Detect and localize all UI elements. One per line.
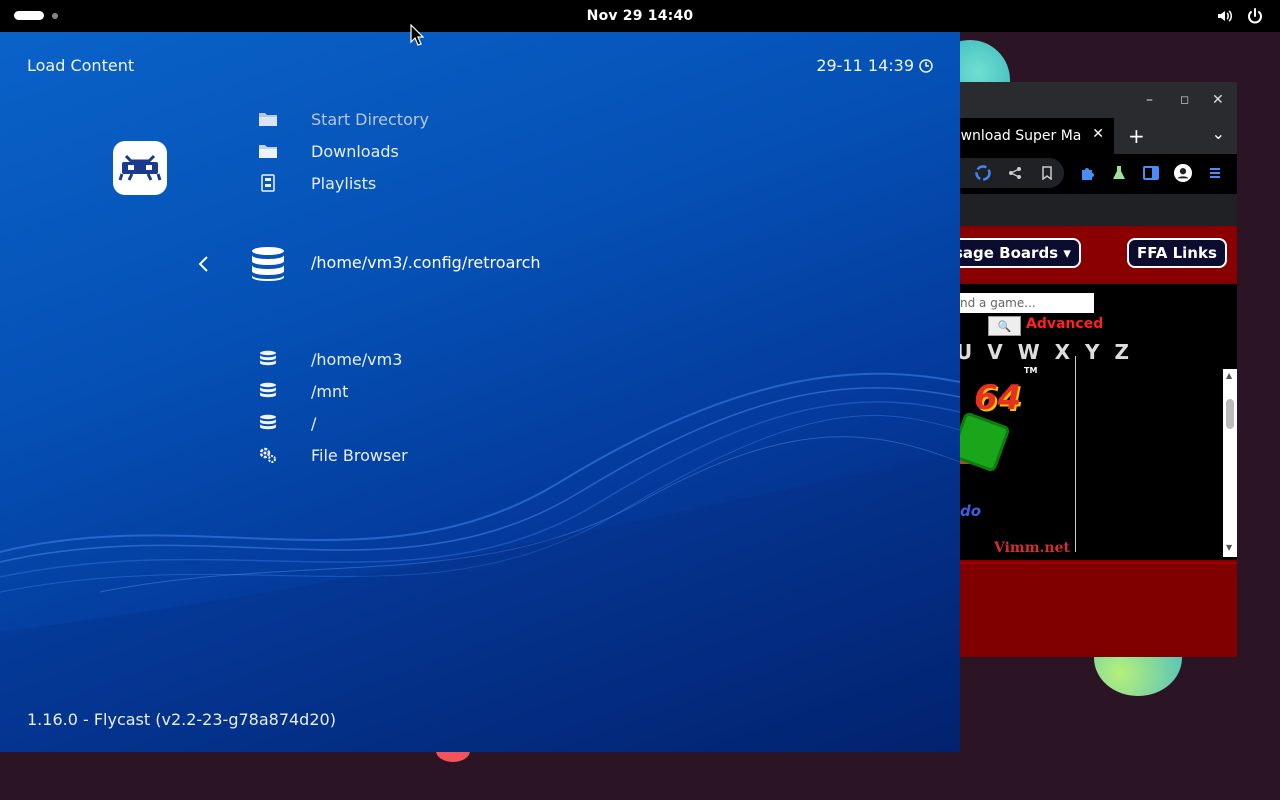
bookmarks-bar	[960, 194, 1237, 226]
letter-index[interactable]: U V W X Y Z	[960, 340, 1133, 364]
database-icon	[258, 413, 278, 433]
page-content: nd a game... 🔍 Advanced U V W X Y Z TM 6…	[960, 284, 1237, 560]
menu-item-playlists[interactable]: Playlists	[258, 173, 376, 193]
menu-item-downloads[interactable]: Downloads	[258, 141, 399, 161]
menu-icon[interactable]	[1206, 164, 1224, 182]
volume-icon[interactable]	[1216, 7, 1234, 25]
retroarch-logo	[113, 141, 167, 195]
tab-close-icon[interactable]: ✕	[1092, 126, 1104, 142]
browser-toolbar	[960, 154, 1237, 194]
maximize-icon[interactable]: ◻	[1180, 93, 1189, 106]
share-icon[interactable]	[1006, 164, 1024, 182]
menu-item-label: File Browser	[311, 445, 408, 465]
menu-item-mnt[interactable]: /mnt	[258, 381, 348, 401]
clock[interactable]: Nov 29 14:40	[587, 8, 694, 24]
version-text: 1.16.0 - Flycast (v2.2-23-g78a874d20)	[27, 710, 336, 729]
top-bar: Nov 29 14:40	[0, 0, 1280, 32]
page-title: Load Content	[27, 56, 135, 75]
retroarch-invader-icon	[118, 154, 162, 181]
browser-tab[interactable]: ownload Super Ma ✕	[960, 118, 1114, 154]
system-tray[interactable]	[1216, 7, 1264, 25]
site-nav: sage Boards ▾ FFA Links	[960, 226, 1237, 282]
vimm-logo-text: Vimm.net	[994, 540, 1070, 556]
page-footer	[960, 562, 1237, 657]
n64-logo-text: 64	[974, 378, 1022, 418]
new-tab-icon[interactable]: +	[1128, 124, 1145, 148]
scroll-up-icon[interactable]: ▲	[1226, 371, 1232, 380]
menu-item-label: Playlists	[311, 173, 377, 193]
chevron-down-icon[interactable]: ⌄	[1212, 124, 1225, 143]
retroarch-window[interactable]: Load Content 29-11 14:39 Start Directory…	[0, 32, 960, 752]
message-boards-button[interactable]: sage Boards ▾	[960, 238, 1081, 268]
bookmark-icon[interactable]	[1038, 164, 1056, 182]
workspace-indicator-active	[14, 11, 44, 20]
game-search-input[interactable]: nd a game...	[960, 293, 1094, 313]
page-scrollbar[interactable]: ▲ ▼	[1223, 369, 1237, 557]
extensions-icon[interactable]	[1078, 164, 1096, 182]
database-icon	[258, 349, 278, 369]
browser-window[interactable]: – ◻ ✕ ownload Super Ma ✕ + ⌄ sage Boards…	[960, 82, 1237, 657]
scroll-down-icon[interactable]: ▼	[1226, 543, 1232, 552]
clock-icon	[919, 58, 933, 73]
menu-item-label: Downloads	[311, 141, 399, 161]
folder-icon	[258, 109, 278, 129]
menu-item-start-directory[interactable]: Start Directory	[258, 109, 429, 129]
scroll-thumb[interactable]	[1226, 399, 1234, 429]
google-icon[interactable]	[974, 164, 992, 182]
ffa-links-button[interactable]: FFA Links	[1127, 238, 1227, 268]
nintendo-logo-text: do	[960, 502, 982, 520]
settings-icon	[258, 445, 278, 465]
minimize-icon[interactable]: –	[1146, 92, 1153, 108]
datetime-text: 29-11 14:39	[816, 56, 914, 75]
playlist-icon	[258, 173, 278, 193]
menu-item-label: /home/vm3	[311, 349, 403, 369]
background-wave	[0, 372, 960, 752]
folder-icon	[258, 141, 278, 161]
search-button[interactable]: 🔍	[988, 316, 1021, 336]
mouse-cursor-icon	[410, 24, 424, 46]
menu-item-label: /	[311, 413, 317, 433]
selected-item-label: /home/vm3/.config/retroarch	[311, 253, 541, 272]
browser-titlebar[interactable]: – ◻ ✕	[960, 82, 1237, 118]
lab-icon[interactable]	[1110, 164, 1128, 182]
address-bar[interactable]	[960, 158, 1064, 188]
close-icon[interactable]: ✕	[1212, 92, 1224, 108]
database-icon	[252, 247, 284, 281]
advanced-search-link[interactable]: Advanced	[1026, 316, 1103, 332]
tab-title: ownload Super Ma	[960, 128, 1082, 144]
activities-button[interactable]	[14, 11, 58, 20]
power-icon[interactable]	[1246, 7, 1264, 25]
menu-item-home-vm3[interactable]: /home/vm3	[258, 349, 402, 369]
selected-menu-item[interactable]: /home/vm3/.config/retroarch	[249, 246, 541, 282]
profile-icon[interactable]	[1174, 164, 1192, 182]
side-panel-icon[interactable]	[1142, 164, 1160, 182]
divider	[1075, 356, 1076, 552]
web-page[interactable]: sage Boards ▾ FFA Links nd a game... 🔍 A…	[960, 226, 1237, 657]
back-arrow-icon[interactable]	[196, 254, 210, 274]
database-icon	[258, 381, 278, 401]
menu-item-label: /mnt	[311, 381, 349, 401]
trademark-text: TM	[1024, 366, 1038, 375]
datetime-display: 29-11 14:39	[816, 56, 934, 75]
menu-item-root[interactable]: /	[258, 413, 316, 433]
menu-item-file-browser[interactable]: File Browser	[258, 445, 408, 465]
menu-item-label: Start Directory	[311, 109, 429, 129]
workspace-indicator	[52, 12, 58, 19]
tab-strip: ownload Super Ma ✕ + ⌄	[960, 118, 1237, 154]
